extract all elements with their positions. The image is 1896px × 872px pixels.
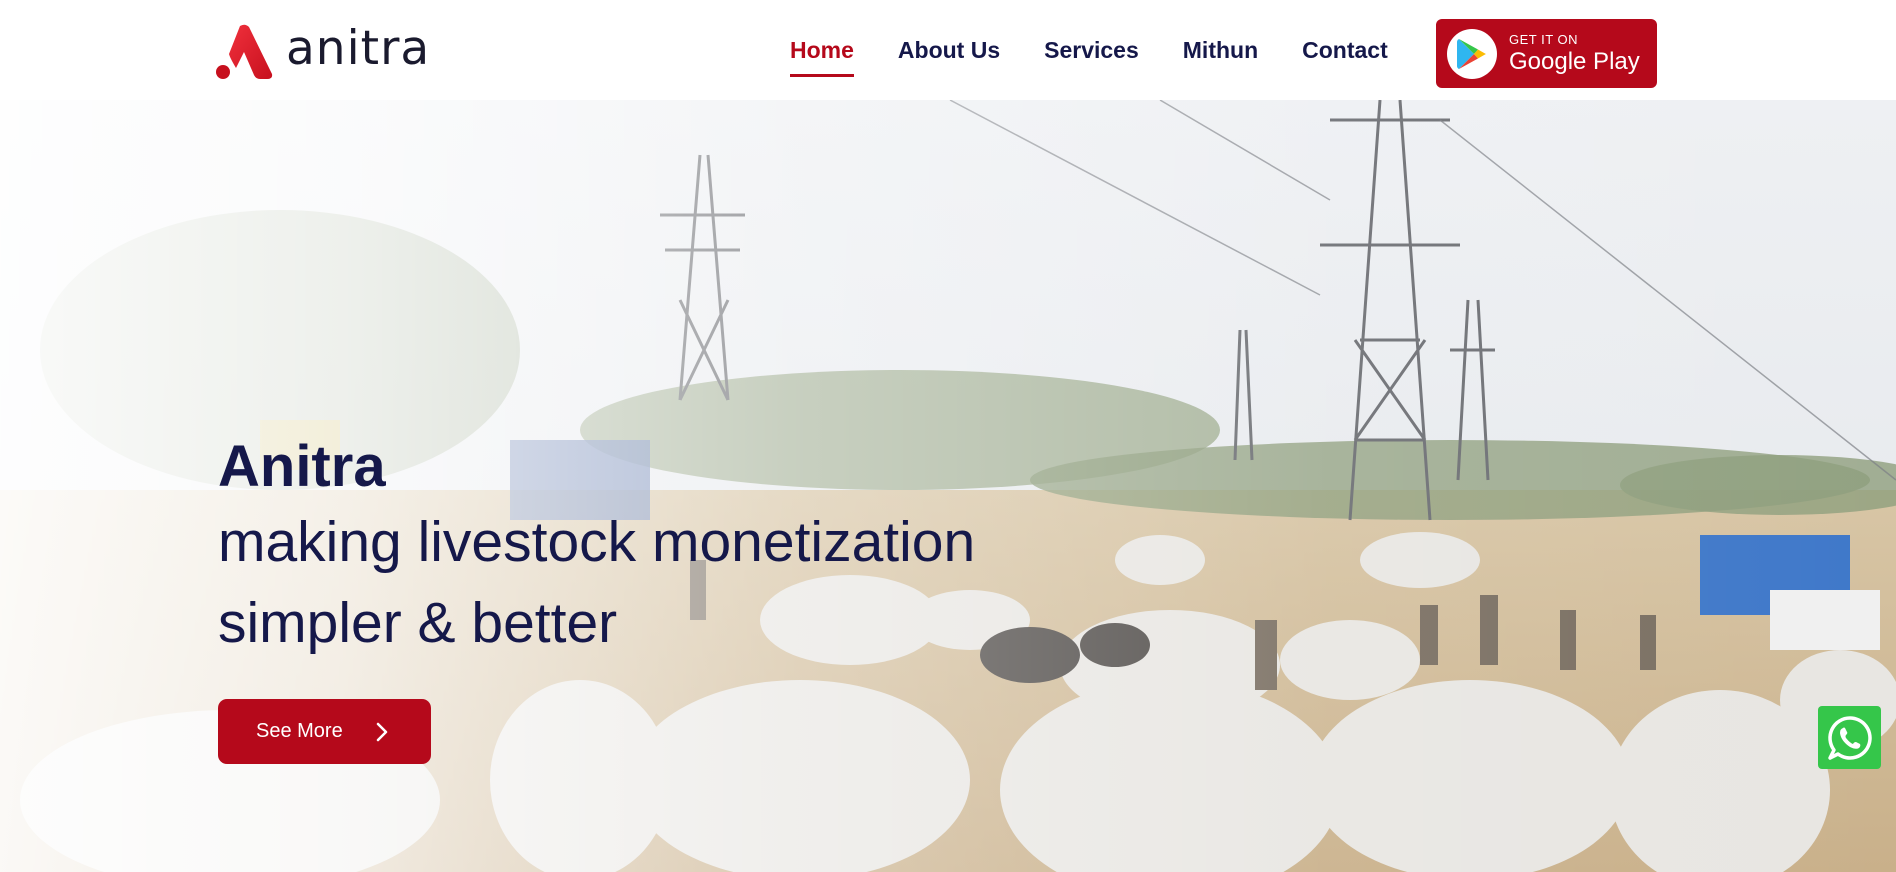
chevron-right-icon bbox=[376, 722, 387, 741]
google-play-icon bbox=[1447, 28, 1497, 79]
hero-section: Anitra making livestock monetization sim… bbox=[0, 100, 1896, 872]
whatsapp-icon bbox=[1827, 715, 1872, 760]
site-header: anitra Home About Us Services Mithun Con… bbox=[0, 0, 1896, 100]
hero-subtitle: making livestock monetization simpler & … bbox=[218, 502, 1078, 664]
hero-title: Anitra bbox=[218, 434, 386, 499]
nav-contact[interactable]: Contact bbox=[1302, 36, 1388, 64]
google-play-small-label: GET IT ON bbox=[1509, 31, 1579, 47]
hero-content: Anitra making livestock monetization sim… bbox=[218, 432, 1078, 764]
main-nav: Home About Us Services Mithun Contact bbox=[790, 0, 1388, 100]
hero-subtitle-line-1: making livestock monetization bbox=[218, 510, 976, 574]
brand-logo[interactable]: anitra bbox=[216, 21, 431, 80]
see-more-label: See More bbox=[256, 720, 343, 742]
hero-subtitle-line-2: simpler & better bbox=[218, 591, 618, 655]
brand-name: anitra bbox=[286, 21, 431, 76]
anitra-logo-icon bbox=[216, 24, 273, 79]
whatsapp-button[interactable] bbox=[1818, 706, 1881, 769]
google-play-text: GET IT ON Google Play bbox=[1509, 32, 1640, 76]
google-play-button[interactable]: GET IT ON Google Play bbox=[1436, 19, 1657, 88]
nav-mithun[interactable]: Mithun bbox=[1183, 36, 1258, 64]
nav-services[interactable]: Services bbox=[1044, 36, 1139, 64]
nav-home[interactable]: Home bbox=[790, 36, 854, 77]
see-more-button[interactable]: See More bbox=[218, 699, 431, 764]
nav-about-us[interactable]: About Us bbox=[898, 36, 1000, 64]
google-play-big-label: Google Play bbox=[1509, 47, 1640, 75]
